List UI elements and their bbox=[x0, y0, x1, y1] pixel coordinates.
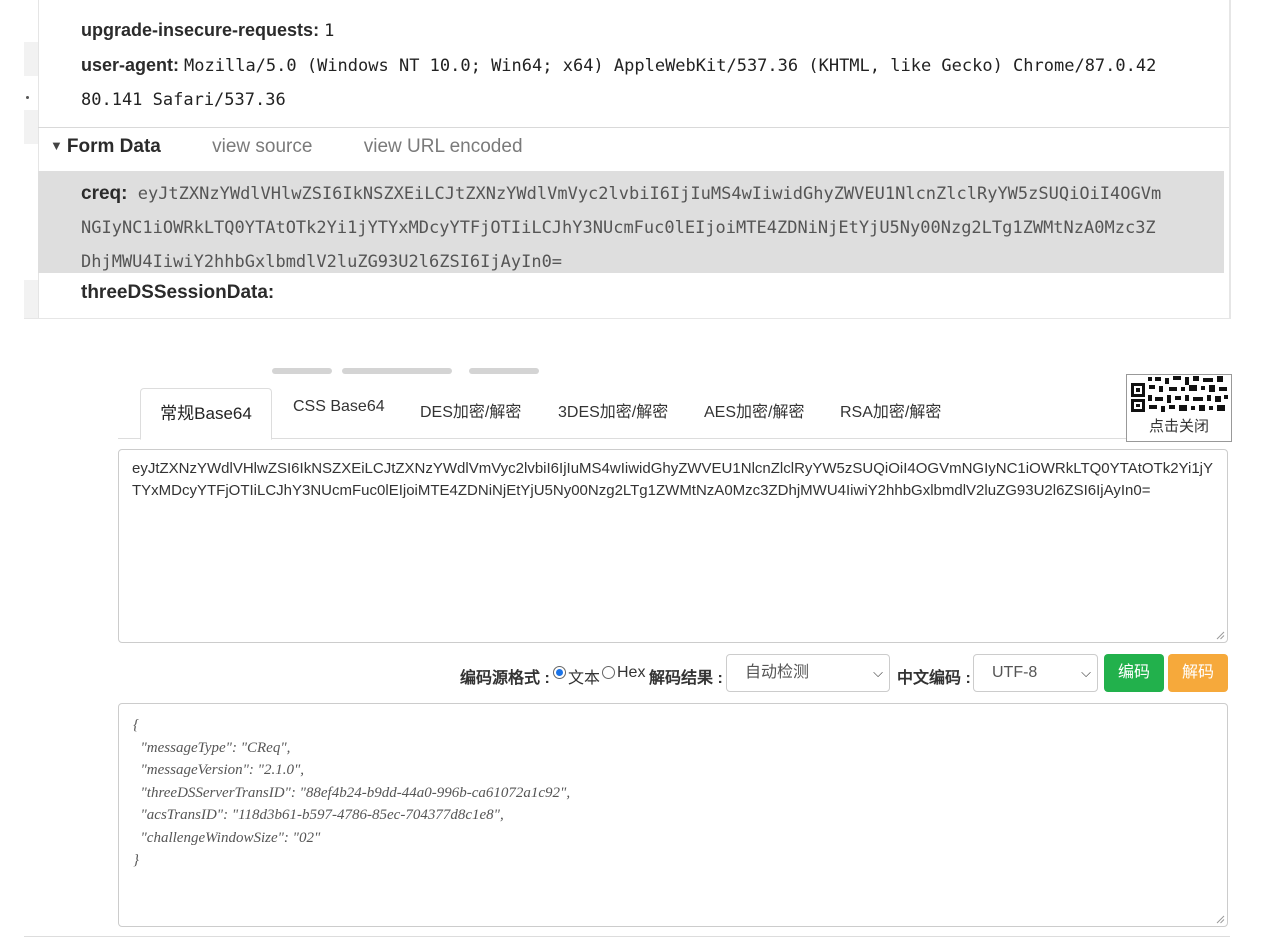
chinese-encoding-label: 中文编码 : bbox=[897, 670, 971, 687]
creq-value-line: DhjMWU4IiwiY2hhbGxlbmdlV2luZG93U2l6ZSI6I… bbox=[81, 252, 563, 272]
creq-value-line: eyJtZXNzYWdlVHlwZSI6IkNSZXEiLCJtZXNzYWdl… bbox=[137, 184, 1162, 204]
panel-gutter bbox=[24, 0, 38, 318]
creq-row[interactable]: creq: eyJtZXNzYWdlVHlwZSI6IkNSZXEiLCJtZX… bbox=[38, 171, 1224, 273]
header-value: Mozilla/5.0 (Windows NT 10.0; Win64; x64… bbox=[184, 56, 1157, 76]
decode-button[interactable]: 解码 bbox=[1168, 654, 1228, 692]
form-data-header[interactable]: ▼ Form Data view source view URL encoded bbox=[50, 136, 523, 162]
view-source-link[interactable]: view source bbox=[212, 136, 312, 157]
codec-controls: 编码源格式 : 文本 Hex 解码结果 : 自动检测 ⌵ 中文编码 : UTF-… bbox=[118, 654, 1228, 694]
encode-button[interactable]: 编码 bbox=[1104, 654, 1164, 692]
chinese-encoding-value: UTF-8 bbox=[992, 664, 1038, 681]
radio-hex-label[interactable]: Hex bbox=[617, 664, 645, 682]
radio-hex[interactable] bbox=[602, 666, 615, 679]
resize-handle-icon[interactable] bbox=[1216, 915, 1225, 924]
chevron-down-icon: ⌵ bbox=[1081, 665, 1091, 680]
expand-triangle-icon[interactable]: ▼ bbox=[50, 138, 63, 153]
three-ds-session-data-row[interactable]: threeDSSessionData: bbox=[81, 282, 274, 304]
header-value: 80.141 Safari/537.36 bbox=[81, 90, 286, 110]
output-text[interactable]: { "messageType": "CReq", "messageVersion… bbox=[133, 714, 570, 872]
header-value: 1 bbox=[324, 21, 335, 41]
radio-text-label[interactable]: 文本 bbox=[568, 664, 600, 688]
header-user-agent: user-agent: Mozilla/5.0 (Windows NT 10.0… bbox=[81, 55, 1156, 76]
devtools-request-panel: upgrade-insecure-requests: 1 user-agent:… bbox=[24, 0, 1231, 319]
qr-close-button[interactable]: 点击关闭 bbox=[1127, 415, 1231, 436]
tab-css-base64[interactable]: CSS Base64 bbox=[293, 398, 385, 416]
output-textarea[interactable]: { "messageType": "CReq", "messageVersion… bbox=[118, 703, 1228, 927]
tab-aes[interactable]: AES加密/解密 bbox=[704, 398, 804, 422]
tab-rsa[interactable]: RSA加密/解密 bbox=[840, 398, 941, 422]
header-key: upgrade-insecure-requests: bbox=[81, 20, 320, 40]
section-divider bbox=[38, 127, 1229, 128]
header-upgrade-insecure-requests: upgrade-insecure-requests: 1 bbox=[81, 20, 334, 41]
creq-value-line: NGIyNC1iOWRkLTQ0YTAtOTk2Yi1jYTYxMDcyYTFj… bbox=[81, 218, 1156, 238]
resize-handle-icon[interactable] bbox=[1216, 631, 1225, 640]
input-text[interactable]: eyJtZXNzYWdlVHlwZSI6IkNSZXEiLCJtZXNzYWdl… bbox=[132, 458, 1214, 502]
creq-key: creq: bbox=[81, 183, 128, 204]
chinese-encoding-select[interactable]: UTF-8 ⌵ bbox=[973, 654, 1098, 692]
header-user-agent-continued: 80.141 Safari/537.36 bbox=[81, 89, 286, 110]
header-key: user-agent: bbox=[81, 55, 180, 75]
bottom-divider bbox=[24, 936, 1230, 937]
decode-result-value: 自动检测 bbox=[745, 664, 810, 681]
faded-heading bbox=[268, 360, 558, 374]
tab-bar: 常规Base64 CSS Base64 DES加密/解密 3DES加密/解密 A… bbox=[118, 388, 1126, 440]
view-url-encoded-link[interactable]: view URL encoded bbox=[364, 136, 523, 157]
input-textarea[interactable]: eyJtZXNzYWdlVHlwZSI6IkNSZXEiLCJtZXNzYWdl… bbox=[118, 449, 1228, 643]
decode-result-select[interactable]: 自动检测 ⌵ bbox=[726, 654, 890, 692]
tab-3des[interactable]: 3DES加密/解密 bbox=[558, 398, 668, 422]
qr-code-popup: 点击关闭 bbox=[1126, 374, 1232, 442]
tab-base64[interactable]: 常规Base64 bbox=[140, 388, 272, 440]
tab-des[interactable]: DES加密/解密 bbox=[420, 398, 521, 422]
chevron-down-icon: ⌵ bbox=[873, 665, 883, 680]
form-data-title[interactable]: Form Data bbox=[67, 136, 161, 157]
decode-result-label: 解码结果 : bbox=[649, 670, 723, 687]
qr-code-icon bbox=[1129, 375, 1229, 413]
source-format-label: 编码源格式 : bbox=[460, 670, 550, 687]
radio-text[interactable] bbox=[553, 666, 566, 679]
